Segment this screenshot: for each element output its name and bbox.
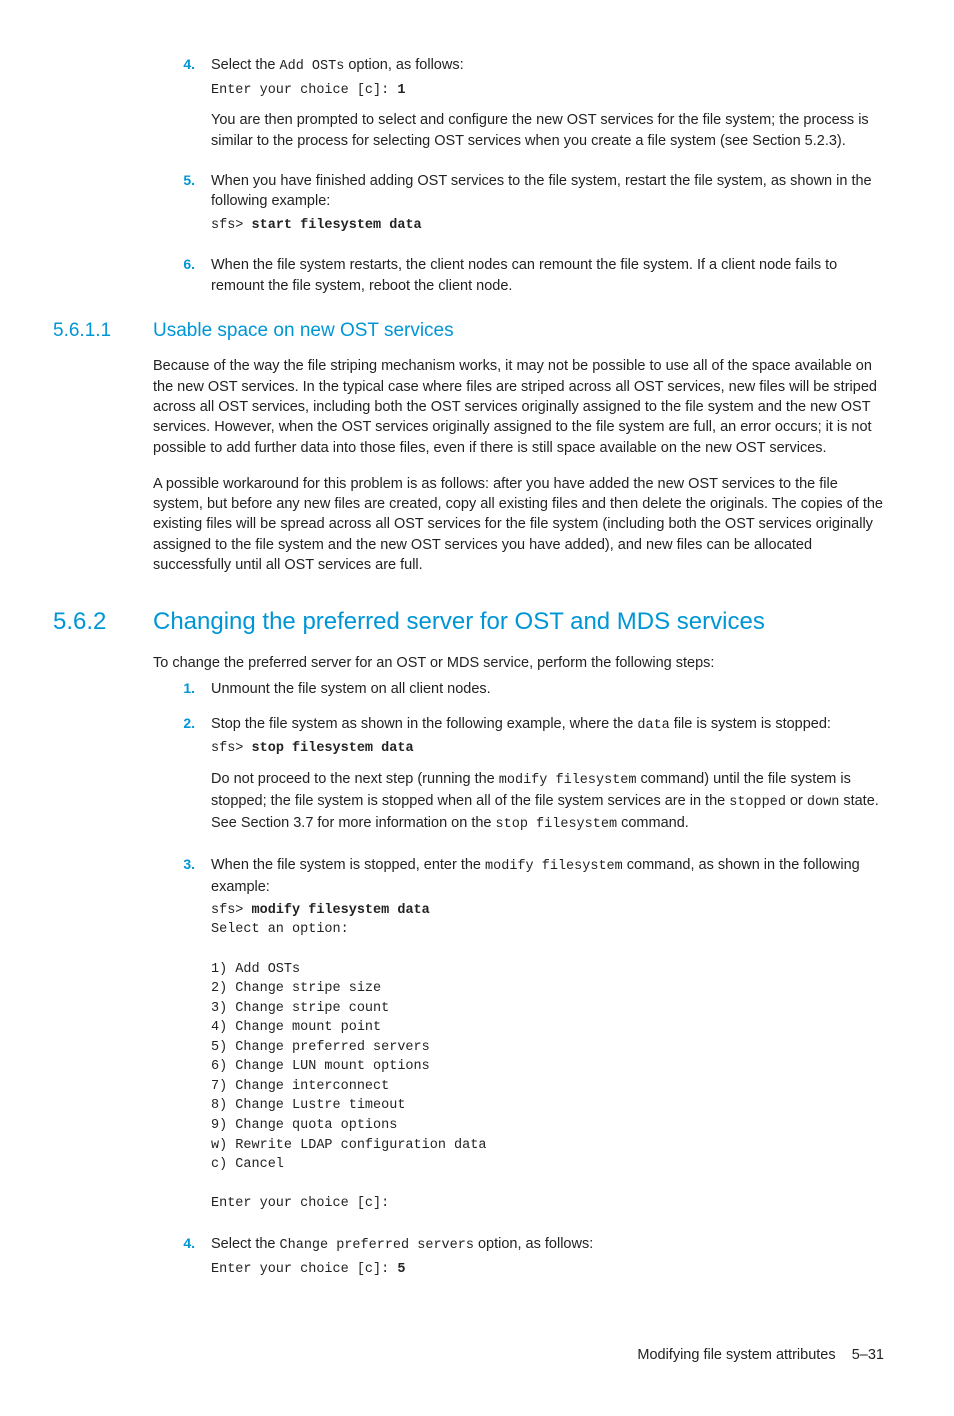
step-number: 1.: [153, 679, 211, 699]
footer-title: Modifying file system attributes: [637, 1347, 835, 1363]
inline-code: modify filesystem: [499, 773, 637, 788]
heading-number: 5.6.2: [53, 605, 153, 639]
inline-code: modify filesystem: [485, 859, 623, 874]
inline-code: down: [807, 795, 839, 810]
step-body: When you have finished adding OST servic…: [211, 171, 884, 241]
code-block: Enter your choice [c]: 1: [211, 81, 884, 101]
code-block: sfs> start filesystem data: [211, 216, 884, 236]
text: When the file system is stopped, enter t…: [211, 857, 485, 873]
text: Select the: [211, 1236, 280, 1252]
paragraph: You are then prompted to select and conf…: [211, 110, 884, 151]
heading-5-6-2: 5.6.2 Changing the preferred server for …: [115, 605, 884, 639]
paragraph: Do not proceed to the next step (running…: [211, 769, 884, 835]
step-3: 3. When the file system is stopped, ente…: [153, 855, 884, 1220]
step-4b: 4. Select the Change preferred servers o…: [153, 1234, 884, 1285]
step-body: Select the Add OSTs option, as follows: …: [211, 55, 884, 157]
step-1: 1. Unmount the file system on all client…: [153, 679, 884, 699]
inline-code: Add OSTs: [280, 59, 345, 74]
heading-number: 5.6.1.1: [53, 318, 153, 345]
step-4: 4. Select the Add OSTs option, as follow…: [153, 55, 884, 157]
code-block: sfs> stop filesystem data: [211, 739, 884, 759]
text: file is system is stopped:: [670, 716, 831, 732]
step-number: 4.: [153, 1234, 211, 1285]
page-number: 5–31: [852, 1347, 884, 1363]
paragraph: Because of the way the file striping mec…: [153, 356, 884, 457]
text: Select the: [211, 57, 280, 73]
code-block: sfs> modify filesystem data Select an op…: [211, 901, 884, 1214]
step-5: 5. When you have finished adding OST ser…: [153, 171, 884, 241]
step-body: When the file system is stopped, enter t…: [211, 855, 884, 1220]
heading-5-6-1-1: 5.6.1.1 Usable space on new OST services: [115, 318, 884, 345]
step-6: 6. When the file system restarts, the cl…: [153, 255, 884, 296]
step-number: 2.: [153, 714, 211, 841]
text: Unmount the file system on all client no…: [211, 681, 491, 697]
text: When you have finished adding OST servic…: [211, 173, 872, 209]
step-2: 2. Stop the file system as shown in the …: [153, 714, 884, 841]
code-block: Enter your choice [c]: 5: [211, 1260, 884, 1280]
step-body: Unmount the file system on all client no…: [211, 679, 884, 699]
step-body: Select the Change preferred servers opti…: [211, 1234, 884, 1285]
text: When the file system restarts, the clien…: [211, 257, 837, 293]
page-footer: Modifying file system attributes 5–31: [115, 1345, 884, 1365]
text: option, as follows:: [474, 1236, 593, 1252]
step-number: 3.: [153, 855, 211, 1220]
step-number: 4.: [153, 55, 211, 157]
step-number: 6.: [153, 255, 211, 296]
paragraph: To change the preferred server for an OS…: [153, 653, 884, 673]
step-number: 5.: [153, 171, 211, 241]
step-body: Stop the file system as shown in the fol…: [211, 714, 884, 841]
inline-code: data: [637, 718, 669, 733]
heading-title: Changing the preferred server for OST an…: [153, 605, 884, 639]
heading-title: Usable space on new OST services: [153, 318, 884, 345]
text: Stop the file system as shown in the fol…: [211, 716, 637, 732]
inline-code: Change preferred servers: [280, 1238, 474, 1253]
step-body: When the file system restarts, the clien…: [211, 255, 884, 296]
inline-code: stopped: [729, 795, 786, 810]
inline-code: stop filesystem: [496, 817, 618, 832]
text: option, as follows:: [344, 57, 463, 73]
paragraph: A possible workaround for this problem i…: [153, 474, 884, 575]
